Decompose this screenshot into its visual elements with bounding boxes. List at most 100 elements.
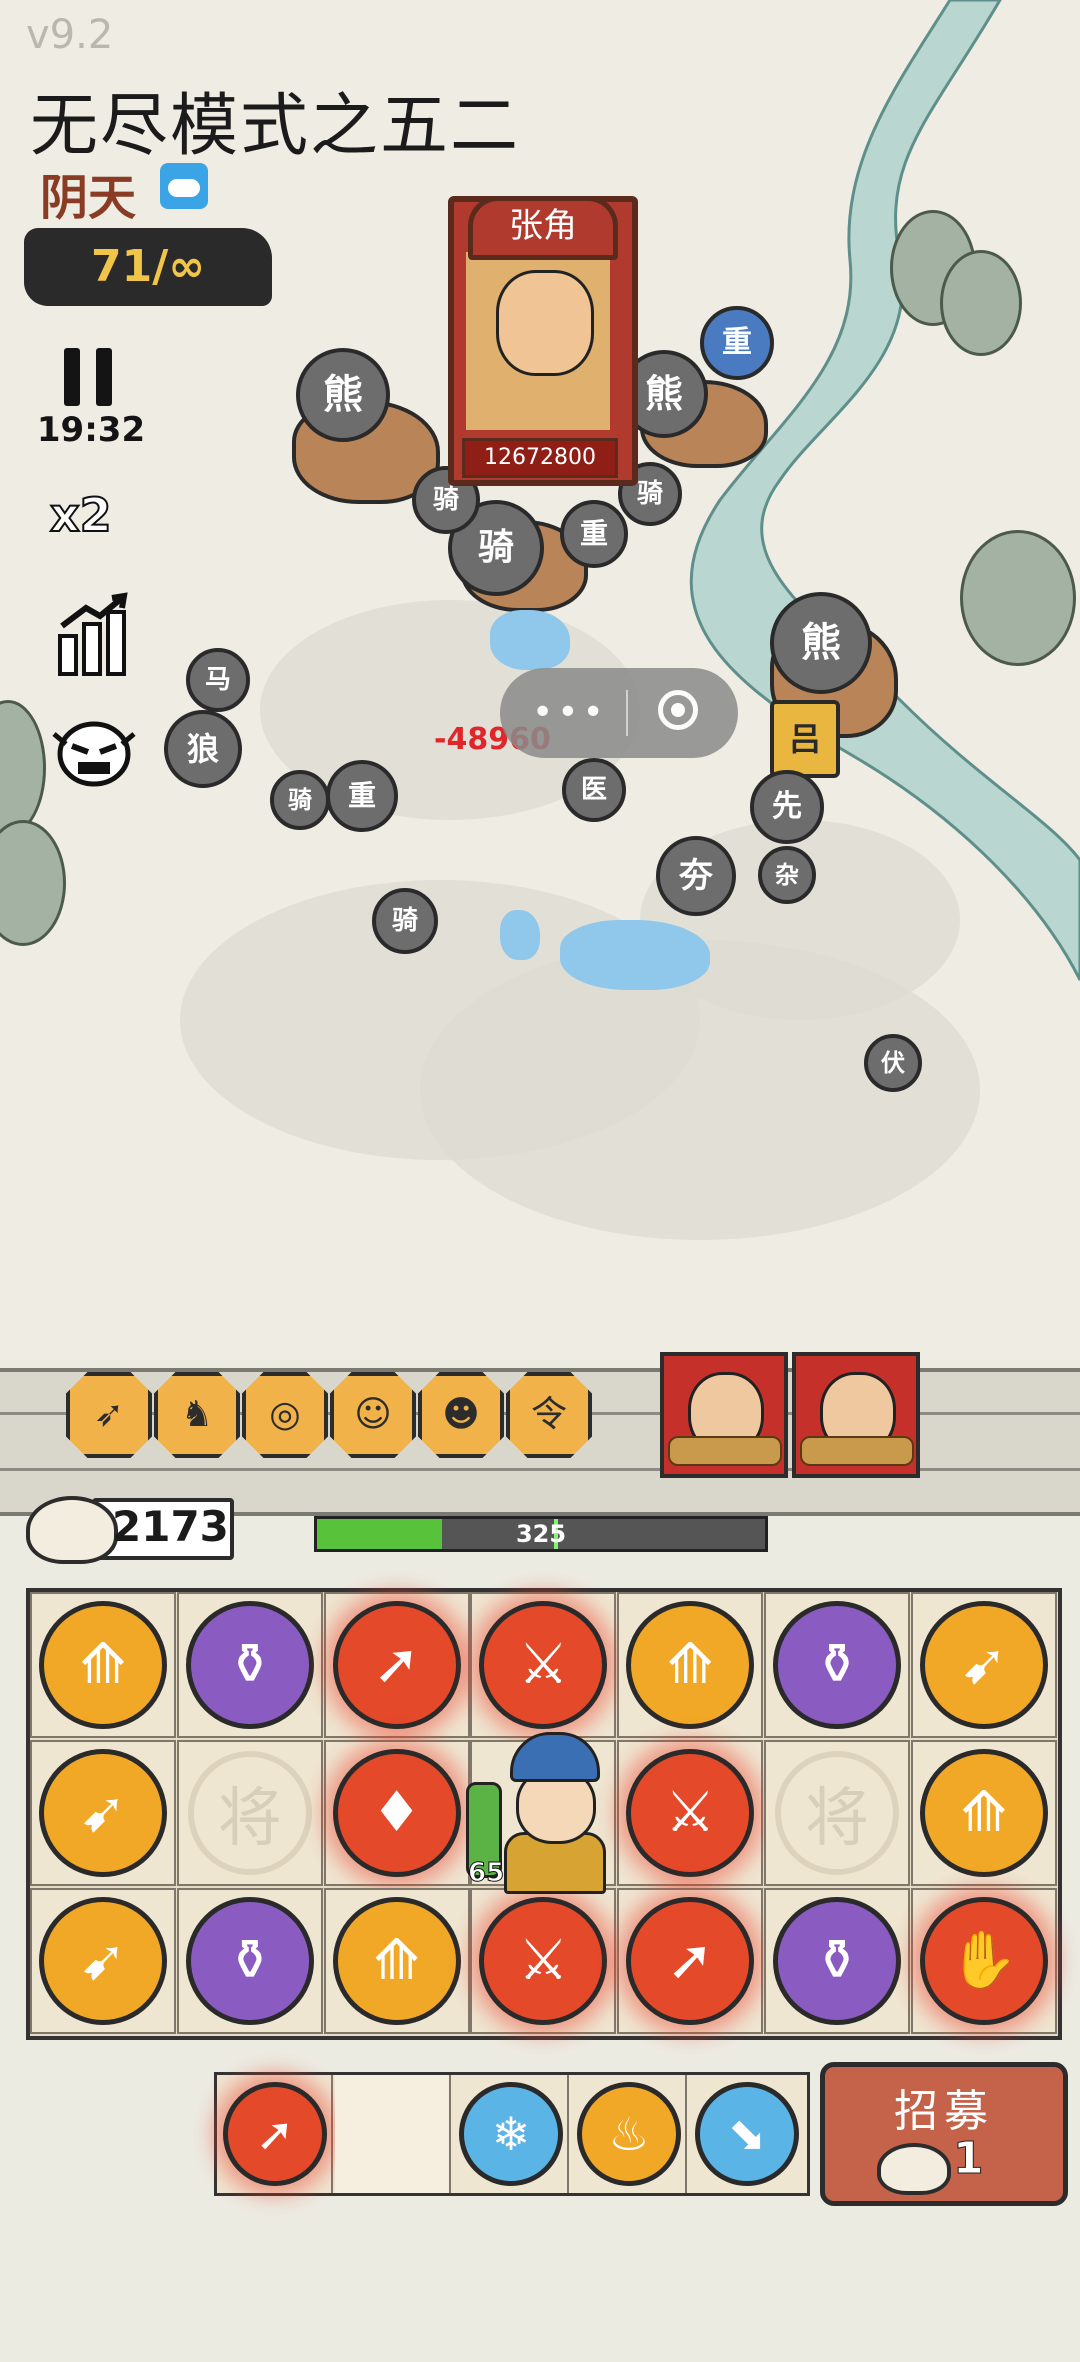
boss-name: 张角 [468, 196, 618, 260]
enemy-badge: 重 [326, 760, 398, 832]
boss-hp: 12672800 [462, 438, 618, 478]
tree [960, 530, 1076, 666]
general-icon[interactable]: ☺ [330, 1372, 416, 1458]
board-cell[interactable]: ➚ [323, 1592, 470, 1738]
bench-slot[interactable] [335, 2075, 451, 2193]
rope [800, 1436, 914, 1466]
triple-arrow-icon: ⟰ [666, 1632, 714, 1697]
jar-purple-token[interactable]: ⚱ [773, 1897, 901, 2025]
pause-icon[interactable] [60, 348, 120, 408]
scroll-icon[interactable]: ◎ [242, 1372, 328, 1458]
sword-icon: ⚔ [518, 1928, 569, 1993]
board-cell[interactable]: ⚔ [470, 1592, 617, 1738]
bench-slot[interactable]: ➚ [217, 2075, 333, 2193]
cloud-icon [160, 163, 208, 209]
captive-swordsman[interactable] [792, 1352, 920, 1478]
board-cell[interactable]: ⟰ [617, 1592, 764, 1738]
arrow-red-token[interactable]: ➚ [223, 2082, 327, 2186]
triple-arrow-yellow-token[interactable]: ⟰ [39, 1601, 167, 1729]
hero-unit[interactable]: 65 [460, 1732, 620, 1894]
fire-arrow-yellow-token[interactable]: ➹ [919, 1601, 1048, 1729]
miniprogram-capsule[interactable]: ••• [500, 668, 738, 758]
enemy-badge: 骑 [372, 888, 438, 954]
board-cell[interactable]: ⚱ [176, 1592, 323, 1738]
jar-purple-token[interactable]: ⚱ [185, 1897, 314, 2025]
crystal-red-token[interactable]: ♦ [332, 1749, 461, 1877]
board-cell[interactable]: ➹ [30, 1888, 176, 2034]
enemy-badge: 骑 [270, 770, 330, 830]
enemy-badge: 重 [560, 500, 628, 568]
fire-arrow-yellow-token[interactable]: ➹ [39, 1749, 167, 1877]
board-cell[interactable]: ⚱ [764, 1592, 910, 1738]
board-cell[interactable]: ⟰ [30, 1592, 176, 1738]
sword-red-token[interactable]: ⚔ [479, 1897, 608, 2025]
sword-red-token[interactable]: ⚔ [479, 1601, 608, 1729]
hand-red-token[interactable]: ✋ [919, 1897, 1048, 2025]
triple-arrow-icon: ⟰ [373, 1928, 421, 1993]
version-label: v9.2 [26, 12, 114, 58]
arrows-icon[interactable]: ➶ [66, 1372, 152, 1458]
board-cell[interactable]: ♦ [323, 1740, 470, 1886]
board-cell[interactable]: ➹ [910, 1592, 1057, 1738]
horse-icon[interactable]: ♞ [154, 1372, 240, 1458]
ice-blue-token[interactable]: ❄ [459, 2082, 563, 2186]
angry-face-icon[interactable] [50, 714, 138, 790]
ice-spirit [560, 920, 710, 990]
board-cell[interactable]: ⚱ [176, 1888, 323, 2034]
boss-face [496, 270, 594, 376]
recruit-button[interactable]: 招募 1 [820, 2062, 1068, 2206]
close-miniprogram-icon[interactable] [658, 690, 698, 730]
bench-slot[interactable]: ❄ [453, 2075, 569, 2193]
board-cell[interactable]: ⟰ [323, 1888, 470, 2034]
fire-arrow-icon: ➹ [960, 1632, 1008, 1697]
board-cell[interactable]: ⚔ [617, 1740, 764, 1886]
hero-level: 65 [467, 1858, 505, 1889]
fire-arrow-yellow-token[interactable]: ➹ [39, 1897, 167, 2025]
flame-yellow-token[interactable]: ♨ [577, 2082, 681, 2186]
board-cell[interactable]: ⚔ [470, 1888, 617, 2034]
jar-purple-token[interactable]: ⚱ [185, 1601, 314, 1729]
crystal-icon: ♦ [371, 1780, 422, 1845]
jar-purple-token[interactable]: ⚱ [773, 1601, 901, 1729]
arrow-red-token[interactable]: ➚ [332, 1601, 461, 1729]
arrow-red-token[interactable]: ➚ [626, 1897, 755, 2025]
captive-farmer[interactable] [660, 1352, 788, 1478]
maiden-icon[interactable]: ☻ [418, 1372, 504, 1458]
board-cell[interactable]: ✋ [910, 1888, 1057, 2034]
sword-icon: ⚔ [665, 1780, 716, 1845]
ice-spirit [490, 610, 570, 670]
board-cell[interactable]: 将 [764, 1740, 910, 1886]
board-cell[interactable]: 将 [176, 1740, 323, 1886]
triple-arrow-yellow-token[interactable]: ⟰ [626, 1601, 755, 1729]
triple-arrow-yellow-token[interactable]: ⟰ [332, 1897, 461, 2025]
board-cell[interactable]: ➚ [617, 1888, 764, 2034]
bench-slot[interactable]: ⬊ [689, 2075, 805, 2193]
boot-blue-token[interactable]: ⬊ [695, 2082, 799, 2186]
more-icon[interactable]: ••• [532, 692, 608, 733]
general-slot[interactable]: 将 [187, 1751, 312, 1875]
triple-arrow-yellow-token[interactable]: ⟰ [919, 1749, 1048, 1877]
wave-counter: 71/∞ [24, 228, 272, 306]
general-slot[interactable]: 将 [775, 1751, 899, 1875]
recruit-cost: 1 [953, 2133, 985, 2185]
sword-purple-red-token[interactable]: ⚔ [626, 1749, 755, 1877]
mode-title: 无尽模式之五二 [30, 87, 521, 166]
hand-icon: ✋ [948, 1928, 1019, 1993]
battlefield: 熊 熊 骑 熊 重 重 重 骑 骑 骑 骑 狼 马 吕 医 先 夯 杂 伏 熊 … [0, 0, 1080, 1360]
ice-icon: ❄ [491, 2107, 531, 2161]
triple-arrow-icon: ⟰ [79, 1632, 127, 1697]
token-icon[interactable]: 令 [506, 1372, 592, 1458]
upgrade-chart-icon[interactable] [56, 592, 130, 678]
weather-label: 阴天 [40, 170, 137, 226]
bench-slot[interactable]: ♨ [571, 2075, 687, 2193]
capsule-divider [626, 690, 628, 736]
arrow-icon: ➚ [373, 1632, 421, 1697]
bun-icon [26, 1496, 118, 1564]
jar-icon: ⚱ [226, 1632, 274, 1697]
board-cell[interactable]: ⚱ [764, 1888, 910, 2034]
rope [668, 1436, 782, 1466]
speed-button[interactable]: x2 [49, 487, 113, 543]
ice-spirit [500, 910, 540, 960]
board-cell[interactable]: ⟰ [910, 1740, 1057, 1886]
board-cell[interactable]: ➹ [30, 1740, 176, 1886]
